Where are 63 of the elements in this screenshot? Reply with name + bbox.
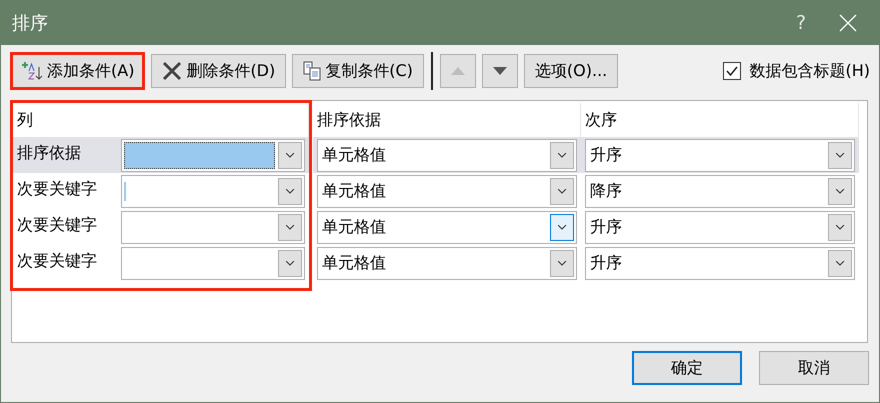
window-title: 排序 [12, 12, 49, 35]
dropdown-field[interactable]: 单元格值 [317, 246, 577, 280]
dropdown-button[interactable] [828, 250, 852, 276]
sort-level-row[interactable]: 次要关键字 [13, 209, 309, 245]
delete-icon [162, 61, 182, 81]
sort-level-row[interactable]: 排序依据 [13, 137, 309, 173]
toolbar-button[interactable]: 选项(O)... [524, 54, 618, 88]
dropdown-button[interactable] [828, 214, 852, 240]
chevron-icon [558, 152, 566, 158]
dropdown-field[interactable]: 升序 [585, 246, 855, 280]
dropdown-field[interactable] [121, 174, 305, 208]
dropdown-field[interactable]: 单元格值 [317, 210, 577, 244]
chevron-icon [558, 188, 566, 194]
dropdown-button[interactable] [278, 142, 302, 168]
dropdown-button[interactable] [550, 250, 574, 276]
dropdown-field[interactable]: 单元格值 [317, 174, 577, 208]
dropdown-button[interactable] [828, 142, 852, 168]
chevron-icon [286, 152, 294, 158]
dropdown-field[interactable] [121, 138, 305, 172]
toolbar-button[interactable]: 复制条件(C) [292, 54, 424, 88]
copy-icon [303, 61, 322, 81]
dropdown-field[interactable]: 降序 [585, 174, 855, 208]
dropdown-button[interactable] [828, 178, 852, 204]
row-label: 次要关键字 [17, 178, 98, 200]
dropdown-field[interactable] [121, 210, 305, 244]
dropdown-button[interactable] [278, 178, 302, 204]
chevron-icon [836, 188, 844, 194]
column-header: 次序 [585, 110, 617, 130]
sort-level-row[interactable]: 次要关键字 [13, 245, 309, 281]
up-arrow-icon [450, 67, 465, 75]
dropdown-button[interactable] [550, 142, 574, 168]
dropdown-field[interactable]: 升序 [585, 138, 855, 172]
chevron-icon [286, 224, 294, 230]
move-down-button[interactable] [482, 54, 518, 88]
toolbar-button[interactable]: 删除条件(D) [151, 54, 286, 88]
close-icon[interactable] [839, 14, 857, 32]
ok-button[interactable]: 确定 [632, 351, 742, 385]
dropdown-field[interactable]: 单元格值 [317, 138, 577, 172]
chevron-icon [558, 260, 566, 266]
row-label: 排序依据 [17, 142, 82, 164]
dropdown-button[interactable] [550, 214, 574, 240]
chevron-icon [286, 260, 294, 266]
row-label: 次要关键字 [17, 250, 98, 272]
toolbar-button[interactable]: 添加条件(A) [10, 52, 146, 90]
dropdown-button[interactable] [278, 214, 302, 240]
checkbox[interactable] [723, 62, 742, 80]
dropdown-button[interactable] [278, 250, 302, 276]
checkbox-label[interactable]: 数据包含标题(H) [749, 60, 870, 82]
chevron-icon [558, 224, 566, 230]
dropdown-button[interactable] [550, 178, 574, 204]
sort-level-row[interactable]: 次要关键字 [13, 173, 309, 209]
chevron-icon [286, 188, 294, 194]
chevron-icon [836, 152, 844, 158]
sort-add-icon [21, 61, 43, 81]
column-header: 排序依据 [317, 110, 381, 130]
row-label: 次要关键字 [17, 214, 98, 236]
down-arrow-icon [492, 67, 507, 75]
chevron-icon [836, 260, 844, 266]
chevron-icon [836, 224, 844, 230]
cancel-button[interactable]: 取消 [759, 351, 869, 385]
column-header: 列 [17, 110, 33, 130]
dropdown-field[interactable]: 升序 [585, 210, 855, 244]
dropdown-field[interactable] [121, 246, 305, 280]
